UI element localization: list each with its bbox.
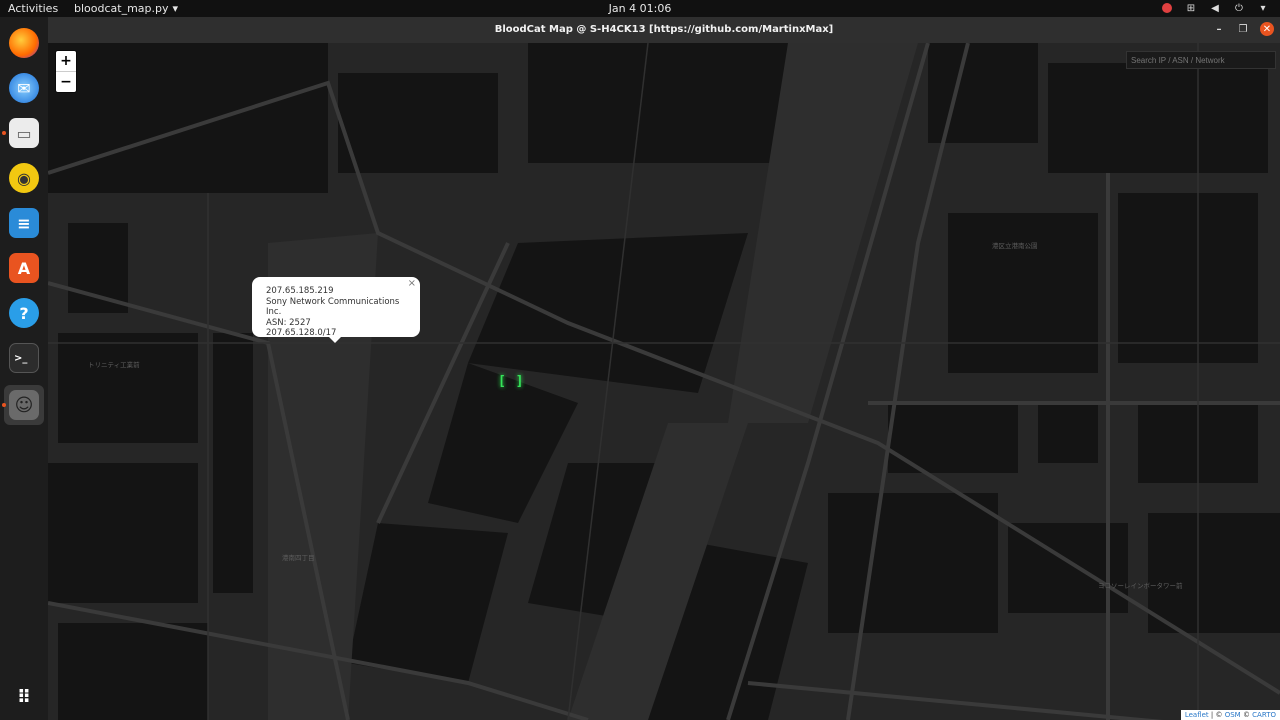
power-icon[interactable]: ⏻: [1232, 1, 1246, 15]
map-place-label: ヨコソーレインボータワー前: [1098, 582, 1183, 590]
dock-item-bloodcat[interactable]: ☺: [4, 385, 44, 425]
zoom-out-button[interactable]: −: [56, 71, 76, 92]
popup-org: Sony Network Communications Inc.: [266, 296, 400, 318]
app-menu[interactable]: bloodcat_map.py ▾: [74, 2, 178, 15]
minimize-icon[interactable]: –: [1212, 22, 1226, 36]
system-tray[interactable]: ⊞ ◀ ⏻ ▾: [1160, 1, 1270, 15]
app-window: BloodCat Map @ S-H4CK13 [https://github.…: [48, 17, 1280, 720]
popup-close-button[interactable]: ×: [408, 278, 416, 290]
running-indicator: [2, 131, 6, 135]
dock-item-firefox[interactable]: [4, 23, 44, 63]
writer-icon: ≡: [9, 208, 39, 238]
app-name: bloodcat_map.py: [74, 2, 169, 15]
zoom-control: + −: [56, 51, 76, 92]
restore-icon[interactable]: ❐: [1236, 22, 1250, 36]
map-canvas[interactable]: トリニティ工業前 港区立港南公園 港南四丁目 ヨコソーレインボータワー前 + −…: [48, 43, 1280, 720]
ip-info-popup: × 207.65.185.219 Sony Network Communicat…: [252, 277, 420, 343]
show-applications-button[interactable]: ⠿: [4, 677, 44, 717]
help-icon: ?: [9, 298, 39, 328]
dock-item-help[interactable]: ?: [4, 293, 44, 333]
map-attribution: Leaflet | © OSM © CARTO: [1180, 710, 1280, 720]
clock[interactable]: Jan 4 01:06: [609, 2, 672, 15]
dock: ✉ ▭ ◉ ≡ A ? >_ ☺ ⠿: [0, 17, 48, 720]
running-indicator: [2, 403, 6, 407]
cat-icon: ☺: [9, 390, 39, 420]
do-not-disturb-icon[interactable]: [1160, 1, 1174, 15]
ip-marker[interactable]: [ ]: [498, 374, 524, 389]
rhythmbox-icon: ◉: [9, 163, 39, 193]
activities-button[interactable]: Activities: [8, 2, 58, 15]
firefox-icon: [9, 28, 39, 58]
osm-link[interactable]: OSM: [1225, 711, 1241, 719]
dock-item-rhythmbox[interactable]: ◉: [4, 158, 44, 198]
carto-link[interactable]: CARTO: [1252, 711, 1276, 719]
popup-tip: [328, 336, 342, 343]
grid-icon: ⠿: [16, 686, 32, 708]
close-icon[interactable]: ✕: [1260, 22, 1274, 36]
dock-item-writer[interactable]: ≡: [4, 203, 44, 243]
dock-item-terminal[interactable]: >_: [4, 338, 44, 378]
top-bar: Activities bloodcat_map.py ▾ Jan 4 01:06…: [0, 0, 1280, 17]
map-place-label: 港区立港南公園: [992, 242, 1038, 250]
popup-ip: 207.65.185.219: [266, 286, 334, 296]
title-bar[interactable]: BloodCat Map @ S-H4CK13 [https://github.…: [48, 17, 1280, 43]
caret-down-icon: ▾: [172, 2, 179, 15]
files-icon: ▭: [9, 118, 39, 148]
dock-item-thunderbird[interactable]: ✉: [4, 68, 44, 108]
software-icon: A: [9, 253, 39, 283]
leaflet-link[interactable]: Leaflet: [1185, 711, 1209, 719]
map-tiles: [48, 43, 1280, 720]
map-place-label: トリニティ工業前: [88, 361, 140, 369]
chevron-down-icon[interactable]: ▾: [1256, 1, 1270, 15]
volume-icon[interactable]: ◀: [1208, 1, 1222, 15]
search-input[interactable]: [1126, 51, 1276, 69]
window-title: BloodCat Map @ S-H4CK13 [https://github.…: [494, 24, 834, 35]
popup-asn: ASN: 2527: [266, 317, 311, 328]
terminal-icon: >_: [9, 343, 39, 373]
dock-item-files[interactable]: ▭: [4, 113, 44, 153]
thunderbird-icon: ✉: [9, 73, 39, 103]
network-icon[interactable]: ⊞: [1184, 1, 1198, 15]
dock-item-software[interactable]: A: [4, 248, 44, 288]
map-place-label: 港南四丁目: [282, 554, 315, 562]
zoom-in-button[interactable]: +: [56, 51, 76, 71]
